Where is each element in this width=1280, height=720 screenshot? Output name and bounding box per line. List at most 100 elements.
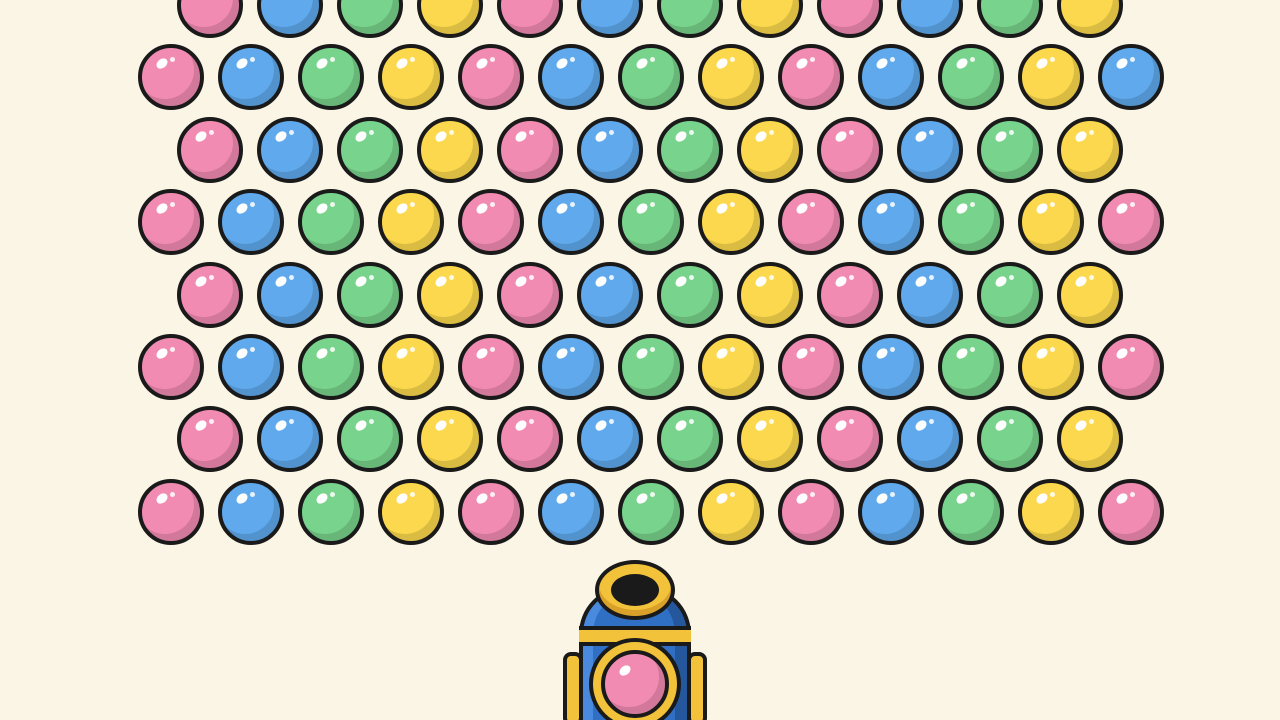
bubble-cannon[interactable] [561,556,709,720]
bubble-sparkle [1130,57,1135,63]
pink-bubble [497,0,563,38]
yellow-bubble [378,334,444,400]
bubble-highlight [794,56,810,72]
bubble-highlight [474,346,490,361]
bubble-sparkle [449,419,454,425]
bubble-highlight [314,346,330,361]
bubble-highlight [234,56,250,72]
yellow-bubble [417,116,483,183]
bubble-highlight [554,56,570,72]
bubble-sparkle [490,347,495,352]
pink-bubble [778,334,844,400]
bubble-highlight [673,273,689,289]
bubble-sparkle [810,57,815,63]
bubble-sparkle [1130,347,1135,352]
bubble-sparkle [609,419,614,425]
bubble-highlight [874,201,890,216]
bubble-sparkle [1130,202,1135,208]
bubble-sparkle [730,491,735,497]
pink-bubble [497,116,563,183]
cannon-muzzle [595,560,675,620]
blue-bubble [218,189,284,256]
bubble-sparkle [170,347,175,352]
bubble-sparkle [890,57,895,63]
yellow-bubble [378,478,444,545]
green-bubble [938,334,1004,400]
bubble-highlight [353,418,369,434]
blue-bubble [897,406,963,473]
bubble-highlight [954,201,970,216]
bubble-highlight [554,491,570,506]
bubble-sparkle [1009,129,1014,135]
bubble-sparkle [490,57,495,63]
yellow-bubble [1057,261,1123,328]
green-bubble [618,478,684,545]
bubble-highlight [394,491,410,506]
bubble-highlight [193,129,209,144]
bubble-highlight [634,56,650,72]
bubble-sparkle [529,129,534,135]
bubble-sparkle [929,274,934,280]
green-bubble [618,334,684,400]
pink-bubble [1098,478,1164,545]
bubble-sparkle [170,491,175,497]
bubble-sparkle [209,129,214,135]
bubble-highlight [193,418,209,434]
bubble-sparkle [330,347,335,352]
bubble-sparkle [570,57,575,63]
bubble-highlight [833,129,849,144]
bubble-highlight [154,56,170,72]
bubble-highlight [273,129,289,144]
bubble-sparkle [289,419,294,425]
bubble-highlight [433,418,449,434]
bubble-highlight [474,201,490,216]
bubble-sparkle [730,202,735,208]
bubble-sparkle [730,347,735,352]
blue-bubble [257,116,323,183]
bubble-highlight [833,273,849,289]
green-bubble [657,116,723,183]
green-bubble [657,406,723,473]
bubble-highlight [794,491,810,506]
bubble-highlight [874,56,890,72]
blue-bubble [577,406,643,473]
blue-bubble [218,44,284,111]
bubble-highlight [593,418,609,434]
pink-bubble [177,261,243,328]
bubble-sparkle [209,419,214,425]
bubble-sparkle [410,57,415,63]
blue-bubble [218,334,284,400]
bubble-highlight [513,129,529,144]
bubble-sparkle [650,57,655,63]
blue-bubble [858,189,924,256]
bubble-highlight [234,346,250,361]
bubble-sparkle [410,347,415,352]
bubble-highlight [673,418,689,434]
pink-bubble [458,478,524,545]
bubble-sparkle [810,347,815,352]
bubble-highlight [234,491,250,506]
game-board[interactable] [0,0,1280,720]
bubble-highlight [154,201,170,216]
bubble-sparkle [289,129,294,135]
bubble-sparkle [849,419,854,425]
bubble-highlight [673,129,689,144]
bubble-highlight [617,663,633,678]
bubble-highlight [1073,273,1089,289]
bubble-highlight [1114,56,1130,72]
bubble-sparkle [1050,57,1055,63]
bubble-highlight [874,491,890,506]
bubble-sparkle [570,202,575,208]
bubble-sparkle [689,274,694,280]
bubble-sparkle [330,57,335,63]
bubble-sparkle [570,491,575,497]
yellow-bubble [1018,189,1084,256]
pink-bubble [778,478,844,545]
bubble-sparkle [650,347,655,352]
green-bubble [977,261,1043,328]
bubble-highlight [634,491,650,506]
pink-bubble [497,406,563,473]
bubble-sparkle [250,491,255,497]
bubble-highlight [1034,56,1050,72]
bubble-sparkle [609,129,614,135]
